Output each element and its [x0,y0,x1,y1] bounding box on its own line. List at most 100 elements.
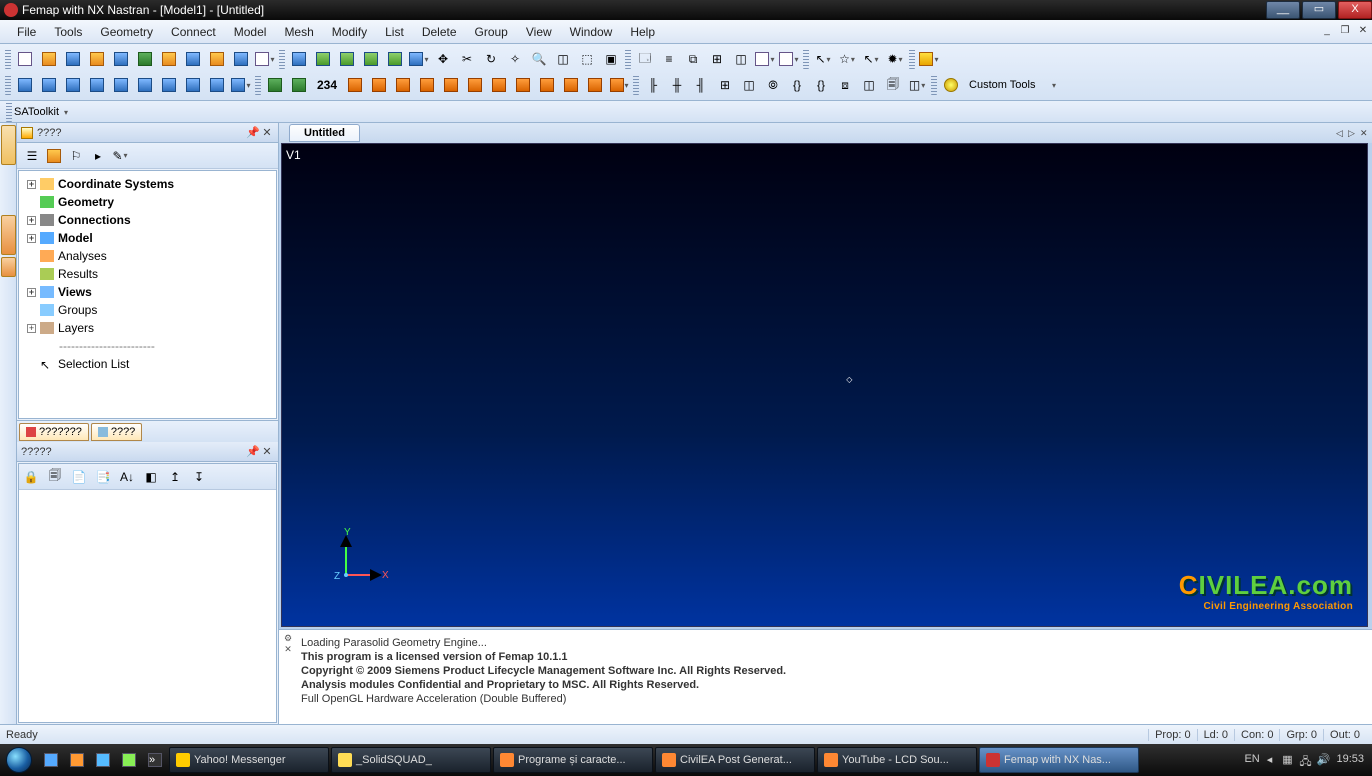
tool-icon[interactable] [512,74,534,96]
arrow-left-icon[interactable] [312,48,334,70]
toolbar-grip[interactable] [6,102,12,122]
tool-dropdown[interactable]: ☆ [836,48,858,70]
highlight-dropdown[interactable]: ✎ [110,146,130,166]
tree-views[interactable]: +Views [19,283,276,301]
tool-icon[interactable]: {} [810,74,832,96]
tool-icon[interactable] [62,74,84,96]
cursor-dropdown[interactable]: ↖ [812,48,834,70]
search-icon[interactable]: 🔍 [528,48,550,70]
tool-dropdown[interactable] [230,74,252,96]
view-icon[interactable] [288,48,310,70]
bottom-tab-2[interactable]: ???? [91,423,142,441]
tool-icon[interactable]: ▣ [600,48,622,70]
tool-icon[interactable] [536,74,558,96]
taskbar-item[interactable]: Programe și caracte... [493,747,653,773]
align-icon[interactable]: ╫ [666,74,688,96]
minimize-button[interactable]: __ [1266,1,1300,19]
tool-icon[interactable]: ◧ [140,466,162,488]
menu-mesh[interactable]: Mesh [275,23,322,41]
custom-tools-dropdown[interactable] [1042,74,1064,96]
tray-icon[interactable]: ▦ [1280,753,1294,767]
message-pane[interactable]: Loading Parasolid Geometry Engine... Thi… [279,629,1372,724]
menu-help[interactable]: Help [621,23,664,41]
color-dropdown[interactable] [918,48,940,70]
mdi-restore-button[interactable]: ❐ [1336,25,1354,39]
system-tray[interactable]: EN ◂ ▦ 🖧 🔊 19:53 [1244,753,1366,767]
tool-dropdown[interactable] [778,48,800,70]
gear-icon[interactable] [940,74,962,96]
tree-coord[interactable]: +Coordinate Systems [19,175,276,193]
model-tree[interactable]: +Coordinate Systems Geometry +Connection… [18,170,277,419]
satoolkit-label[interactable]: SAToolkit [14,106,59,118]
tool-dropdown[interactable] [754,48,776,70]
tool-icon[interactable]: ↥ [164,466,186,488]
menu-modify[interactable]: Modify [323,23,376,41]
toolbar-grip[interactable] [255,75,261,95]
start-button[interactable] [0,744,38,776]
pin-icon[interactable]: 📌 [246,126,260,139]
toolbar-grip[interactable] [5,75,11,95]
taskbar-item[interactable]: _SolidSQUAD_ [331,747,491,773]
new-file-icon[interactable] [14,48,36,70]
side-tab[interactable] [1,257,16,277]
align-icon[interactable]: ╟ [642,74,664,96]
move-icon[interactable]: ✥ [432,48,454,70]
msg-toolbar[interactable]: ⚙✕ [279,633,297,673]
tool-icon[interactable] [134,74,156,96]
tool-dropdown[interactable]: ◫ [906,74,928,96]
satoolkit-dropdown[interactable] [63,106,68,118]
tray-icon[interactable]: 🖧 [1298,753,1312,767]
arrow-right-icon[interactable] [336,48,358,70]
tray-clock[interactable]: 19:53 [1334,753,1366,767]
tool-dropdown[interactable]: ↖ [860,48,882,70]
tool-icon[interactable] [86,74,108,96]
tool-icon[interactable] [288,74,310,96]
tray-lang[interactable]: EN [1244,753,1258,767]
tree-geometry[interactable]: Geometry [19,193,276,211]
print-icon[interactable] [230,48,252,70]
tool-icon[interactable] [368,74,390,96]
prev-tab-icon[interactable]: ◁ [1336,128,1348,139]
tool-icon[interactable] [264,74,286,96]
quick-launch-icon[interactable] [66,749,88,771]
tool-icon[interactable]: ☰ [22,146,42,166]
3d-viewport[interactable]: V1 ◇ Y X Z [281,143,1368,627]
toolbar-grip[interactable] [5,49,11,69]
quick-launch-icon[interactable] [40,749,62,771]
tray-chevron-icon[interactable]: ◂ [1262,753,1276,767]
menu-file[interactable]: File [8,23,45,41]
tool-icon[interactable]: {} [786,74,808,96]
tool-icon[interactable] [110,48,132,70]
toolbar-grip[interactable] [909,49,915,69]
menu-tools[interactable]: Tools [45,23,91,41]
align-icon[interactable]: ╢ [690,74,712,96]
tool-icon[interactable] [158,74,180,96]
tool-icon[interactable]: ⧈ [834,74,856,96]
quick-launch-icon[interactable] [92,749,114,771]
tool-icon[interactable]: ↧ [188,466,210,488]
tool-icon[interactable] [86,48,108,70]
tool-dropdown[interactable] [254,48,276,70]
next-tab-icon[interactable]: ▷ [1348,128,1360,139]
tool-icon[interactable]: ≡ [658,48,680,70]
toolbar-grip[interactable] [625,49,631,69]
tree-selection[interactable]: ↖Selection List [19,355,276,373]
tool-icon[interactable] [584,74,606,96]
pin-icon[interactable]: 📌 [246,445,260,458]
cube-icon[interactable]: ◫ [730,48,752,70]
tool-icon[interactable] [158,48,180,70]
tool-icon[interactable] [344,74,366,96]
tool-icon[interactable]: 🗔 [634,48,656,70]
close-icon[interactable]: ✕ [260,126,274,139]
tool-icon[interactable] [464,74,486,96]
tool-icon[interactable] [206,74,228,96]
doc-tab-untitled[interactable]: Untitled [289,124,360,142]
tool-icon[interactable]: 📄 [68,466,90,488]
menu-group[interactable]: Group [466,23,517,41]
tool-icon[interactable] [110,74,132,96]
tool-icon[interactable] [182,74,204,96]
close-icon[interactable]: ✕ [260,445,274,458]
cut-icon[interactable]: ✂ [456,48,478,70]
tool-icon[interactable]: ◫ [858,74,880,96]
refresh-icon[interactable] [384,48,406,70]
